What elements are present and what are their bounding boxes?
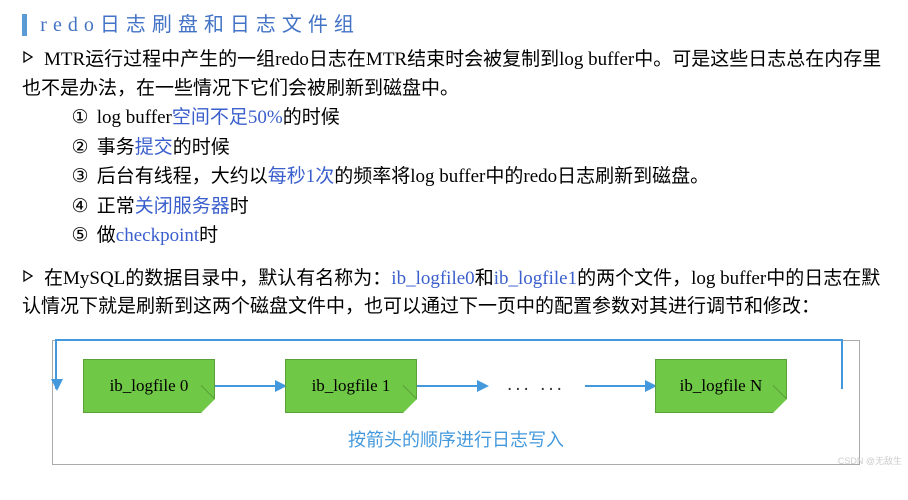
p2-hl1: ib_logfile0 bbox=[391, 268, 474, 289]
p2-hl2: ib_logfile1 bbox=[494, 268, 577, 289]
item-pre: log buffer bbox=[97, 107, 172, 128]
diagram-flow: ib_logfile 0 ib_logfile 1 ... ... ib_log… bbox=[63, 359, 849, 413]
arrow-icon bbox=[215, 385, 285, 387]
item-post: 时 bbox=[199, 225, 218, 246]
item-highlight: 每秒1次 bbox=[268, 166, 335, 187]
logfile-node-0: ib_logfile 0 bbox=[83, 359, 215, 413]
list-item: ⑤ 做checkpoint时 bbox=[68, 222, 890, 251]
ellipsis: ... ... bbox=[487, 371, 585, 400]
list-item: ① log buffer空间不足50%的时候 bbox=[68, 104, 890, 133]
item-pre: 后台有线程，大约以 bbox=[97, 166, 268, 187]
list-item: ③ 后台有线程，大约以每秒1次的频率将log buffer中的redo日志刷新到… bbox=[68, 163, 890, 192]
item-number: ② bbox=[68, 134, 92, 163]
item-highlight: 空间不足50% bbox=[172, 107, 283, 128]
item-pre: 正常 bbox=[97, 196, 135, 217]
item-pre: 事务 bbox=[97, 137, 135, 158]
logfile-node-n: ib_logfile N bbox=[655, 359, 787, 413]
numbered-list: ① log buffer空间不足50%的时候 ② 事务提交的时候 ③ 后台有线程… bbox=[22, 104, 890, 251]
diagram-caption: 按箭头的顺序进行日志写入 bbox=[63, 427, 849, 454]
item-highlight: 关闭服务器 bbox=[135, 196, 230, 217]
item-post: 的时候 bbox=[283, 107, 340, 128]
item-number: ⑤ bbox=[68, 222, 92, 251]
p2-pre: 在MySQL的数据目录中，默认有名称为： bbox=[44, 268, 391, 289]
logfile-diagram: ib_logfile 0 ib_logfile 1 ... ... ib_log… bbox=[52, 340, 860, 465]
item-number: ① bbox=[68, 104, 92, 133]
list-item: ② 事务提交的时候 bbox=[68, 134, 890, 163]
chevron-right-icon bbox=[22, 50, 36, 64]
item-post: 的频率将log buffer中的redo日志刷新到磁盘。 bbox=[334, 166, 709, 187]
item-highlight: 提交 bbox=[135, 137, 173, 158]
arrow-icon bbox=[585, 385, 655, 387]
p1-line: MTR运行过程中产生的一组redo日志在MTR结束时会被复制到log buffe… bbox=[22, 49, 881, 99]
item-number: ④ bbox=[68, 193, 92, 222]
title-accent-bar bbox=[22, 14, 27, 36]
item-post: 时 bbox=[230, 196, 249, 217]
page-title: redo日志刷盘和日志文件组 bbox=[40, 14, 360, 36]
item-highlight: checkpoint bbox=[116, 225, 199, 246]
watermark: CSDN @无敌生 bbox=[838, 455, 902, 469]
arrow-icon bbox=[417, 385, 487, 387]
logfile-node-1: ib_logfile 1 bbox=[285, 359, 417, 413]
bullet-1: MTR运行过程中产生的一组redo日志在MTR结束时会被复制到log buffe… bbox=[22, 46, 890, 103]
title-section: redo日志刷盘和日志文件组 bbox=[0, 0, 908, 46]
p2-mid: 和 bbox=[475, 268, 494, 289]
item-number: ③ bbox=[68, 163, 92, 192]
content-body: MTR运行过程中产生的一组redo日志在MTR结束时会被复制到log buffe… bbox=[0, 46, 908, 465]
item-pre: 做 bbox=[97, 225, 116, 246]
chevron-right-icon bbox=[22, 269, 36, 283]
list-item: ④ 正常关闭服务器时 bbox=[68, 193, 890, 222]
item-post: 的时候 bbox=[173, 137, 230, 158]
bullet-2: 在MySQL的数据目录中，默认有名称为：ib_logfile0和ib_logfi… bbox=[22, 265, 890, 322]
